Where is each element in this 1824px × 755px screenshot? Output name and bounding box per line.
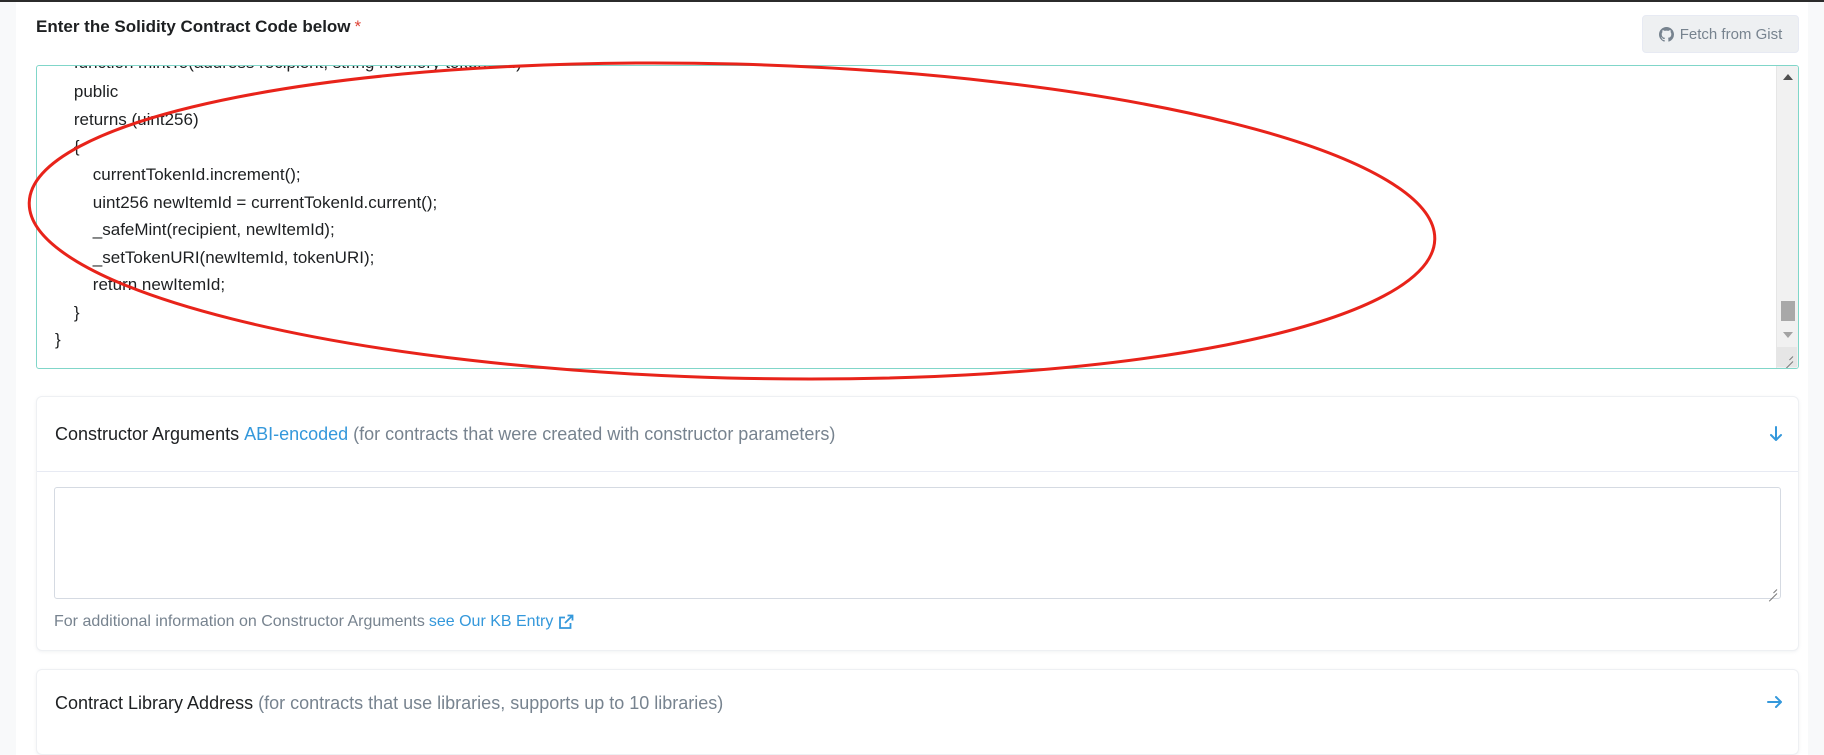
code-line: } (55, 330, 61, 349)
textarea-resize-handle[interactable] (1767, 585, 1777, 595)
code-scrollbar[interactable] (1776, 66, 1798, 368)
contract-library-header[interactable]: Contract Library Address (for contracts … (37, 670, 1798, 736)
code-line: public (55, 82, 119, 101)
code-line: returns (uint256) (55, 110, 199, 129)
contract-library-title: Contract Library Address (55, 692, 254, 713)
kb-entry-link-label: see Our KB Entry (428, 613, 554, 630)
code-line: currentTokenId.increment(); (55, 165, 301, 184)
code-line: _setTokenURI(newItemId, tokenURI); (55, 248, 375, 267)
code-line: uint256 newItemId = currentTokenId.curre… (55, 193, 438, 212)
constructor-arguments-description: (for contracts that were created with co… (353, 423, 836, 444)
fetch-from-gist-label: Fetch from Gist (1679, 25, 1783, 43)
constructor-arguments-input[interactable] (54, 487, 1781, 599)
code-line: function mintTo(address recipient, strin… (55, 66, 522, 73)
kb-entry-link[interactable]: see Our KB Entry (429, 613, 575, 631)
abi-encoded-link[interactable]: ABI-encoded (244, 424, 348, 445)
scroll-down-arrow-icon[interactable] (1783, 332, 1793, 338)
arrow-down-icon (1770, 426, 1782, 441)
required-mark: * (354, 17, 362, 36)
constructor-info-line: For additional information on Constructo… (54, 613, 574, 631)
constructor-arguments-card: Constructor Arguments ABI-encoded (for c… (36, 396, 1799, 651)
constructor-info-text: For additional information on Constructo… (54, 613, 425, 630)
contract-code-textarea[interactable]: function mintTo(address recipient, strin… (36, 65, 1799, 369)
scroll-thumb[interactable] (1781, 301, 1795, 321)
github-icon (1658, 26, 1674, 42)
arrow-right-icon (1767, 696, 1782, 708)
constructor-arguments-header[interactable]: Constructor Arguments ABI-encoded (for c… (37, 397, 1798, 472)
scroll-up-arrow-icon[interactable] (1783, 74, 1793, 80)
textarea-resize-handle[interactable] (1777, 347, 1797, 367)
code-section-label: Enter the Solidity Contract Code below * (36, 17, 361, 37)
constructor-arguments-title: Constructor Arguments (55, 423, 240, 444)
code-label-text: Enter the Solidity Contract Code below (36, 17, 351, 36)
code-line: _safeMint(recipient, newItemId); (55, 220, 335, 239)
contract-library-card: Contract Library Address (for contracts … (36, 669, 1799, 755)
code-line: return newItemId; (55, 275, 226, 294)
code-line: } (55, 303, 80, 322)
code-content: function mintTo(address recipient, strin… (37, 66, 1776, 368)
code-line: { (55, 137, 80, 156)
external-link-icon (559, 614, 574, 629)
fetch-from-gist-button[interactable]: Fetch from Gist (1642, 15, 1799, 53)
contract-library-description: (for contracts that use libraries, suppo… (258, 692, 724, 713)
